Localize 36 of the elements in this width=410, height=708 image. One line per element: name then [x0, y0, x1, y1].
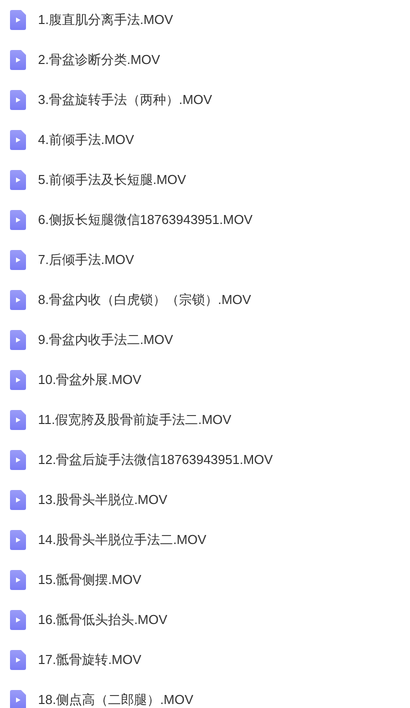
- video-file-icon: [10, 410, 26, 430]
- file-name[interactable]: 3.骨盆旋转手法（两种）.MOV: [38, 90, 212, 110]
- video-file-icon: [10, 290, 26, 310]
- file-name[interactable]: 8.骨盆内收（白虎锁）（宗锁）.MOV: [38, 290, 252, 310]
- file-name[interactable]: 12.骨盆后旋手法微信18763943951.MOV: [38, 450, 273, 470]
- file-name[interactable]: 14.股骨头半脱位手法二.MOV: [38, 530, 206, 550]
- video-file-icon: [10, 690, 26, 708]
- file-name[interactable]: 11.假宽胯及股骨前旋手法二.MOV: [38, 410, 232, 430]
- video-file-icon: [10, 490, 26, 510]
- file-name[interactable]: 6.侧扳长短腿微信18763943951.MOV: [38, 210, 253, 230]
- file-name[interactable]: 15.骶骨侧摆.MOV: [38, 570, 142, 590]
- file-name[interactable]: 5.前倾手法及长短腿.MOV: [38, 170, 186, 190]
- file-name[interactable]: 2.骨盆诊断分类.MOV: [38, 50, 160, 70]
- video-file-icon: [10, 650, 26, 670]
- video-file-icon: [10, 10, 26, 30]
- file-name[interactable]: 17.骶骨旋转.MOV: [38, 650, 142, 670]
- video-file-icon: [10, 570, 26, 590]
- video-file-icon: [10, 330, 26, 350]
- file-name[interactable]: 16.骶骨低头抬头.MOV: [38, 610, 168, 630]
- video-file-icon: [10, 530, 26, 550]
- video-file-icon: [10, 250, 26, 270]
- video-file-icon: [10, 610, 26, 630]
- file-name[interactable]: 10.骨盆外展.MOV: [38, 370, 142, 390]
- file-name[interactable]: 9.骨盆内收手法二.MOV: [38, 330, 174, 350]
- file-name[interactable]: 1.腹直肌分离手法.MOV: [38, 10, 174, 30]
- video-file-icon: [10, 170, 26, 190]
- file-name[interactable]: 18.侧点高（二郎腿）.MOV: [38, 690, 194, 708]
- video-file-icon: [10, 450, 26, 470]
- video-file-icon: [10, 50, 26, 70]
- file-name[interactable]: 7.后倾手法.MOV: [38, 250, 134, 270]
- file-name[interactable]: 4.前倾手法.MOV: [38, 130, 134, 150]
- video-file-icon: [10, 130, 26, 150]
- video-file-icon: [10, 90, 26, 110]
- video-file-icon: [10, 370, 26, 390]
- video-file-icon: [10, 210, 26, 230]
- file-name[interactable]: 13.股骨头半脱位.MOV: [38, 490, 168, 510]
